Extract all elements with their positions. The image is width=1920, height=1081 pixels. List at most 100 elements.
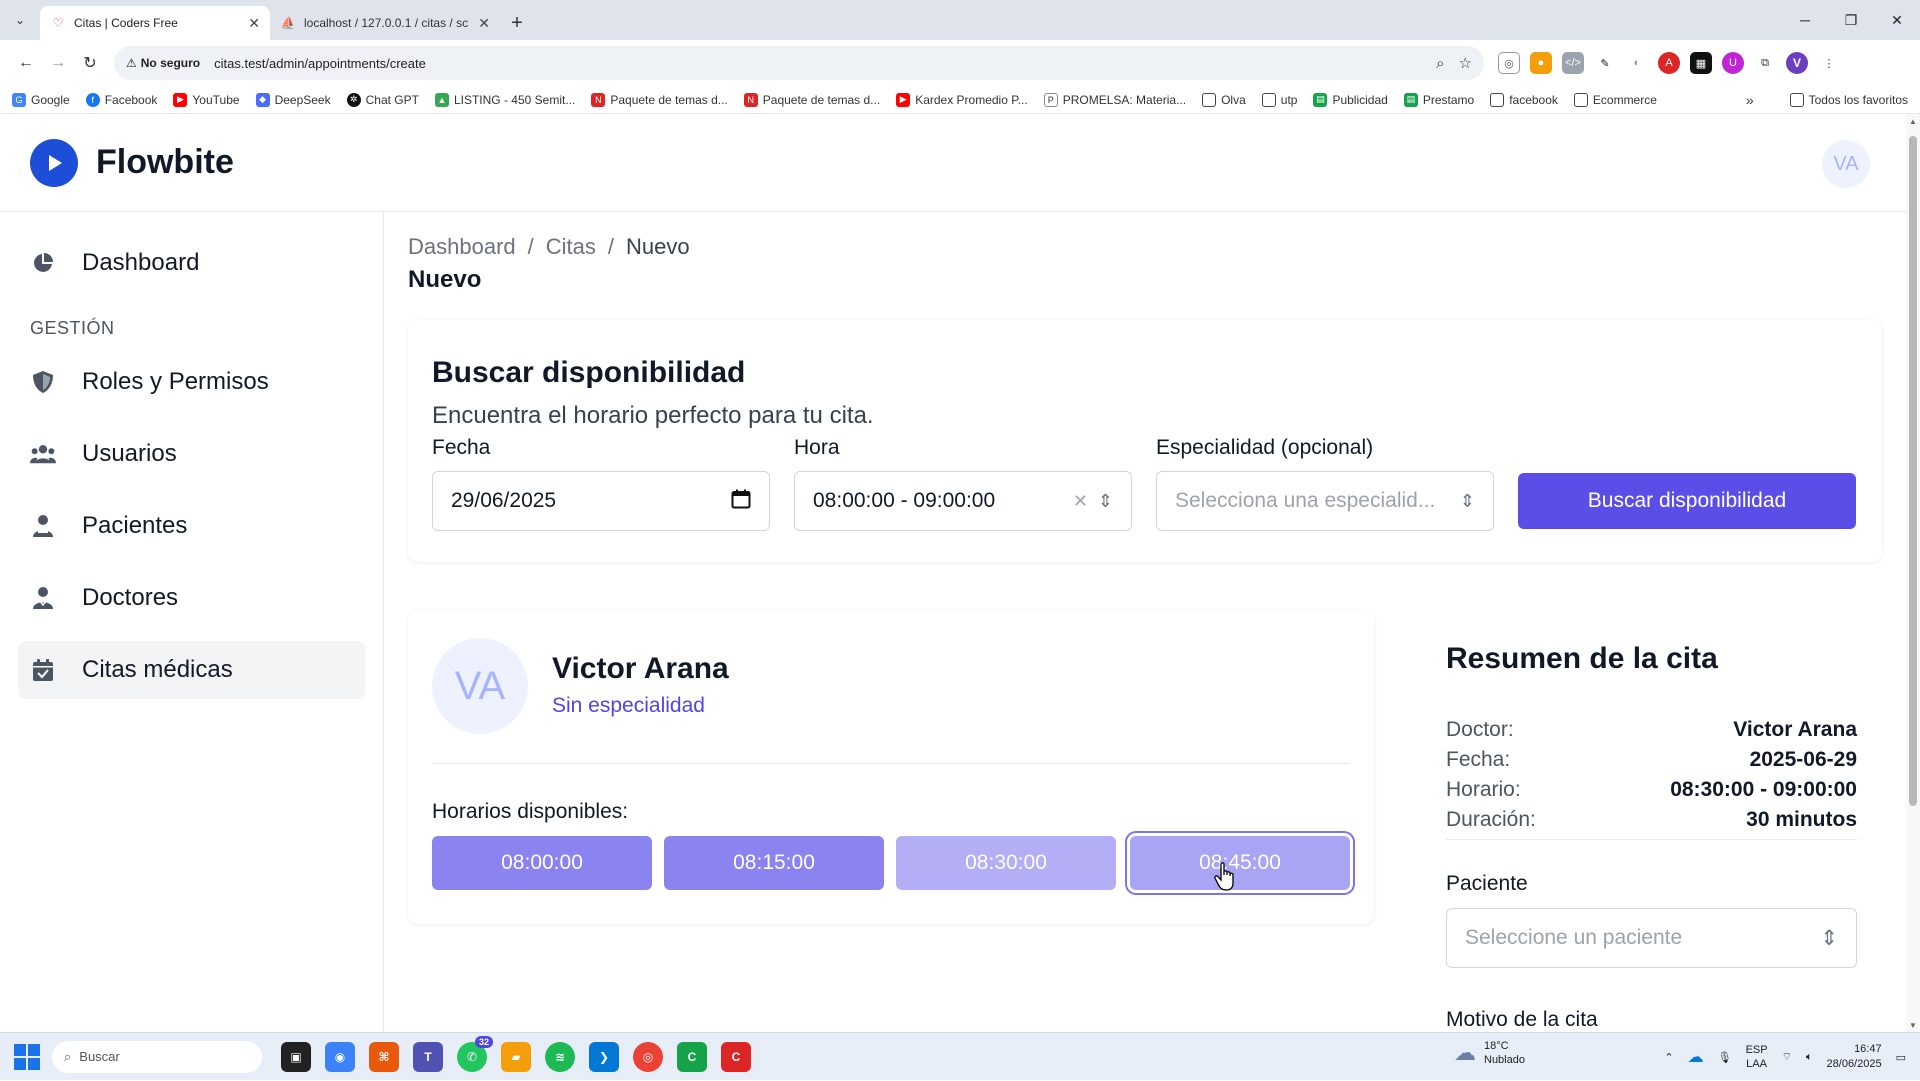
- scrollbar-thumb[interactable]: [1909, 136, 1917, 806]
- bookmark-olva[interactable]: Olva: [1202, 92, 1246, 107]
- profile-avatar[interactable]: V: [1786, 52, 1808, 74]
- search-availability-button[interactable]: Buscar disponibilidad: [1518, 473, 1856, 529]
- bookmark-kardex[interactable]: ▶ Kardex Promedio P...: [896, 92, 1028, 107]
- bookmark-paquete-1[interactable]: N Paquete de temas d...: [591, 92, 728, 107]
- bookmark-promelsa[interactable]: P PROMELSA: Materia...: [1043, 92, 1186, 107]
- extension-icon[interactable]: ◐: [1626, 52, 1648, 74]
- puzzle-icon[interactable]: ⧉: [1754, 52, 1776, 74]
- zoom-icon[interactable]: ⌕: [1436, 55, 1444, 72]
- calendar-icon[interactable]: [731, 489, 751, 514]
- sidebar-item-usuarios[interactable]: Usuarios: [18, 425, 365, 483]
- volume-icon[interactable]: 🔈︎: [1806, 1051, 1813, 1064]
- bookmark-facebook-folder[interactable]: facebook: [1490, 92, 1558, 107]
- flowbite-logo-icon[interactable]: [30, 138, 78, 187]
- extension-icon[interactable]: ◎: [1498, 52, 1520, 74]
- notification-icon[interactable]: ▭: [1896, 1051, 1906, 1064]
- bookmark-ecommerce[interactable]: Ecommerce: [1573, 92, 1657, 107]
- user-avatar[interactable]: VA: [1822, 140, 1870, 188]
- security-label[interactable]: No seguro: [141, 56, 200, 70]
- task-view-icon[interactable]: ▣: [281, 1041, 311, 1072]
- more-bookmarks-icon[interactable]: »: [1746, 92, 1754, 108]
- weather-widget[interactable]: ☁ 18°C Nublado: [1454, 1039, 1525, 1067]
- slot-button-selected[interactable]: 08:30:00: [896, 836, 1116, 890]
- bookmark-youtube[interactable]: ▶ YouTube: [173, 92, 240, 107]
- bookmark-paquete-2[interactable]: N Paquete de temas d...: [743, 92, 880, 107]
- close-tab-icon[interactable]: ✕: [248, 15, 260, 32]
- taskbar-search[interactable]: ⌕ Buscar: [52, 1040, 262, 1073]
- paciente-label: Paciente: [1446, 872, 1528, 895]
- bookmark-facebook[interactable]: f Facebook: [85, 92, 157, 107]
- chrome-icon[interactable]: ◎: [633, 1041, 663, 1072]
- bookmark-utp[interactable]: utp: [1261, 92, 1297, 107]
- breadcrumb-dashboard[interactable]: Dashboard: [408, 234, 516, 260]
- sidebar-item-doctores[interactable]: Doctores: [18, 569, 365, 627]
- close-window-icon[interactable]: ✕: [1874, 0, 1920, 40]
- menu-icon[interactable]: ⋮: [1818, 52, 1840, 74]
- app-icon[interactable]: ⌘: [369, 1041, 399, 1072]
- sidebar-item-dashboard[interactable]: Dashboard: [18, 234, 365, 292]
- camtasia-recorder-icon[interactable]: C: [721, 1041, 751, 1072]
- bookmark-publicidad[interactable]: ▤ Publicidad: [1313, 92, 1388, 107]
- tab-phpmyadmin[interactable]: ⛵ localhost / 127.0.0.1 / citas / sc ✕: [270, 6, 500, 40]
- qr-icon[interactable]: ▦: [1690, 52, 1712, 74]
- summary-key: Fecha:: [1446, 748, 1511, 771]
- sidebar-item-pacientes[interactable]: Pacientes: [18, 497, 365, 555]
- tab-list-button[interactable]: ⌄: [0, 0, 40, 40]
- clear-icon[interactable]: ✕: [1073, 491, 1088, 512]
- slot-button[interactable]: 08:00:00: [432, 836, 652, 890]
- onedrive-icon[interactable]: ☁: [1688, 1047, 1704, 1067]
- forward-icon[interactable]: →: [42, 47, 74, 79]
- file-explorer-icon[interactable]: ▰: [501, 1041, 531, 1072]
- all-bookmarks[interactable]: Todos los favoritos: [1789, 92, 1908, 107]
- camtasia-icon[interactable]: C: [677, 1041, 707, 1072]
- scroll-up-icon[interactable]: ▲: [1906, 114, 1920, 128]
- bookmark-google[interactable]: G Google: [12, 92, 70, 107]
- hora-select[interactable]: 08:00:00 - 09:00:00 ✕ ⇕: [794, 471, 1132, 531]
- chevron-up-down-icon[interactable]: ⇕: [1098, 491, 1113, 512]
- extension-icon[interactable]: U: [1722, 52, 1744, 74]
- reload-icon[interactable]: ↻: [74, 47, 106, 79]
- brand-name[interactable]: Flowbite: [96, 143, 234, 182]
- copilot-icon[interactable]: ◉: [325, 1041, 355, 1072]
- vscode-icon[interactable]: ❯: [589, 1041, 619, 1072]
- tab-citas[interactable]: ♡ Citas | Coders Free ✕: [40, 6, 270, 40]
- omnibox[interactable]: ⚠ No seguro citas.test/admin/appointment…: [114, 46, 1484, 80]
- extension-icon[interactable]: ●: [1530, 52, 1552, 74]
- bookmark-deepseek[interactable]: ◆ DeepSeek: [255, 92, 331, 107]
- scroll-down-icon[interactable]: ▼: [1906, 1018, 1920, 1032]
- wifi-icon[interactable]: ⌔: [1782, 1050, 1792, 1064]
- chevron-up-icon[interactable]: ⌃: [1664, 1051, 1673, 1064]
- fecha-input[interactable]: 29/06/2025: [432, 471, 770, 531]
- teams-icon[interactable]: T: [413, 1041, 443, 1072]
- adblock-icon[interactable]: A: [1658, 52, 1680, 74]
- microphone-icon[interactable]: 🎙︎: [1718, 1051, 1732, 1064]
- clock[interactable]: 16:47 28/06/2025: [1827, 1042, 1882, 1072]
- new-tab-button[interactable]: +: [500, 6, 534, 40]
- close-tab-icon[interactable]: ✕: [478, 15, 490, 32]
- chevron-up-down-icon[interactable]: ⇕: [1460, 491, 1475, 512]
- especialidad-select[interactable]: Selecciona una especialid... ⇕: [1156, 471, 1494, 531]
- whatsapp-icon[interactable]: ✆ 32: [457, 1035, 493, 1072]
- slot-button[interactable]: 08:15:00: [664, 836, 884, 890]
- minimize-icon[interactable]: ─: [1782, 0, 1828, 40]
- chevron-up-down-icon[interactable]: ⇕: [1820, 926, 1838, 951]
- bookmark-chatgpt[interactable]: ✲ Chat GPT: [346, 92, 419, 107]
- slot-button-selected[interactable]: 08:45:00: [1130, 836, 1350, 890]
- bookmark-star-icon[interactable]: ☆: [1459, 54, 1472, 72]
- paciente-select[interactable]: Seleccione un paciente ⇕: [1446, 908, 1857, 968]
- language-indicator[interactable]: ESP LAA: [1746, 1043, 1768, 1071]
- sidebar-item-citas[interactable]: Citas médicas: [18, 641, 365, 699]
- bookmark-prestamo[interactable]: ▤ Prestamo: [1403, 92, 1474, 107]
- sidebar-item-roles[interactable]: Roles y Permisos: [18, 353, 365, 411]
- breadcrumb-citas[interactable]: Citas: [546, 234, 596, 260]
- extension-icon[interactable]: </>: [1562, 52, 1584, 74]
- spotify-icon[interactable]: ≋: [545, 1041, 575, 1072]
- back-icon[interactable]: ←: [10, 47, 42, 79]
- restore-icon[interactable]: ❐: [1828, 0, 1874, 40]
- url-text[interactable]: citas.test/admin/appointments/create: [214, 56, 1422, 71]
- windows-start-icon[interactable]: [14, 1043, 40, 1070]
- bookmark-listing[interactable]: ▲ LISTING - 450 Semit...: [434, 92, 575, 107]
- extension-icon[interactable]: ✎: [1594, 52, 1616, 74]
- weather-temp: 18°C: [1484, 1040, 1509, 1052]
- page-scrollbar[interactable]: ▲ ▼: [1906, 114, 1920, 1032]
